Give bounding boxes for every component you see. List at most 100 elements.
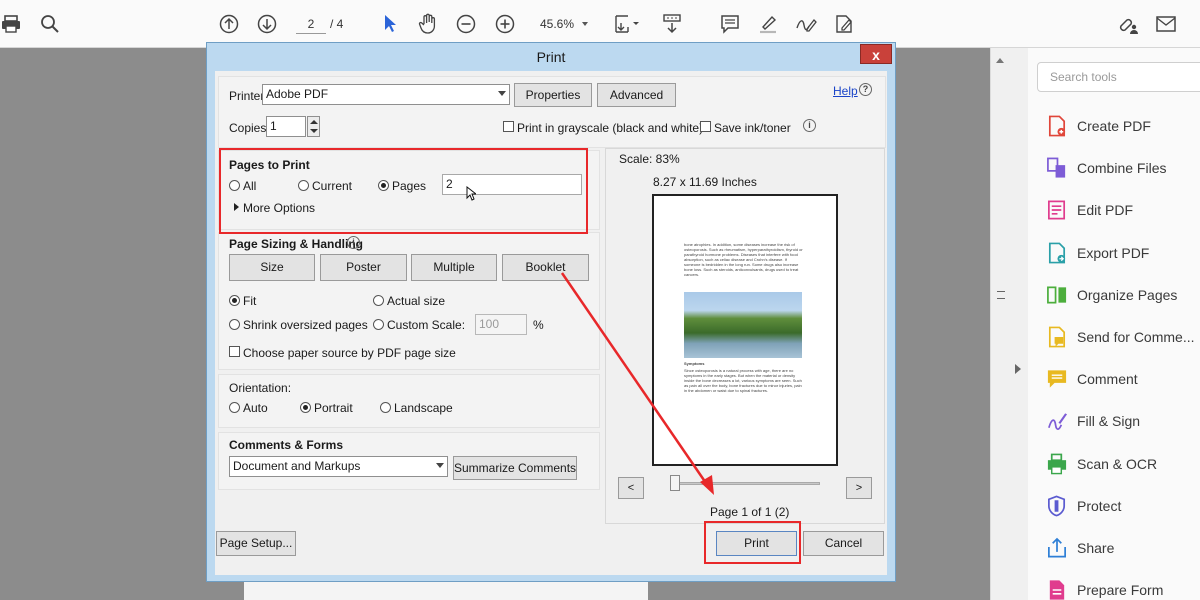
landscape-image [684,292,802,358]
help-icon[interactable]: ? [859,83,872,96]
edit-pdf-icon [1046,198,1068,222]
preview-slider-thumb[interactable] [670,475,680,491]
comments-forms-value: Document and Markups [233,459,361,473]
booklet-button[interactable]: Booklet [502,254,589,281]
orientation-portrait-radio[interactable] [300,402,311,413]
chevron-down-icon [498,91,506,96]
fit-label: Fit [243,294,257,308]
comments-forms-select[interactable]: Document and Markups [229,456,448,477]
size-button[interactable]: Size [229,254,315,281]
page-sizing-title: Page Sizing & Handling [229,237,364,251]
tool-scan-ocr[interactable]: Scan & OCR [1046,449,1200,479]
help-link[interactable]: Help [833,84,858,98]
preview-page-info: Page 1 of 1 (2) [710,505,790,519]
expand-panel-icon[interactable] [1015,364,1021,374]
actual-size-radio[interactable] [373,295,384,306]
tool-edit-pdf[interactable]: Edit PDF [1046,195,1200,225]
poster-button[interactable]: Poster [320,254,407,281]
tool-share[interactable]: Share [1046,533,1200,563]
preview-prev-button[interactable]: < [618,477,644,499]
previous-page-icon[interactable] [217,0,241,48]
link-user-icon[interactable] [1114,0,1142,48]
page-number-input[interactable]: 2 [296,14,326,34]
hand-tool-icon[interactable] [416,0,440,48]
zoom-out-icon[interactable] [454,0,478,48]
tool-combine-files[interactable]: Combine Files [1046,153,1200,183]
info-icon[interactable]: i [803,119,816,132]
tool-label: Create PDF [1077,118,1151,134]
advanced-button[interactable]: Advanced [597,83,676,107]
zoom-level-dropdown[interactable]: 45.6% [532,14,596,34]
fill-sign-icon[interactable] [832,0,856,48]
tool-send-for-comment[interactable]: Send for Comme... [1046,322,1200,352]
scrolling-mode-icon[interactable] [660,0,684,48]
tool-label: Protect [1077,497,1122,514]
tool-fill-sign[interactable]: Fill & Sign [1046,406,1200,436]
preview-paper-size: 8.27 x 11.69 Inches [653,175,757,189]
fill-sign-icon [1046,409,1068,433]
orientation-portrait-label: Portrait [314,401,353,415]
orientation-auto-radio[interactable] [229,402,240,413]
next-page-icon[interactable] [255,0,279,48]
tool-organize-pages[interactable]: Organize Pages [1046,280,1200,310]
panel-splitter[interactable] [990,48,1028,600]
stepper-up-icon[interactable] [310,120,318,124]
search-tools-input[interactable]: Search tools [1037,62,1200,92]
tool-label: Fill & Sign [1077,413,1141,430]
highlight-icon[interactable] [756,0,780,48]
combine-files-icon [1046,156,1068,180]
close-button[interactable]: x [860,44,892,64]
tool-export-pdf[interactable]: Export PDF [1046,238,1200,268]
tool-label: Share [1077,540,1115,556]
scroll-up-icon[interactable] [996,58,1004,63]
preview-scale: Scale: 83% [619,152,680,166]
copies-stepper[interactable] [307,116,320,137]
page-setup-button[interactable]: Page Setup... [216,531,296,556]
cancel-button[interactable]: Cancel [803,531,884,556]
custom-scale-input[interactable]: 100 [475,314,527,335]
preview-slider-track[interactable] [670,482,820,485]
printer-select[interactable]: Adobe PDF [262,84,510,105]
tool-protect[interactable]: Protect [1046,491,1200,521]
comment-icon [1046,367,1068,391]
save-ink-checkbox[interactable] [700,121,711,132]
multiple-button[interactable]: Multiple [411,254,497,281]
drag-handle-icon[interactable] [997,291,1005,299]
organize-pages-icon [1046,283,1068,307]
email-icon[interactable] [1154,0,1178,48]
percent-label: % [533,318,544,332]
page-fit-icon[interactable] [612,0,642,48]
comment-icon[interactable] [718,0,742,48]
zoom-in-icon[interactable] [493,0,517,48]
orientation-auto-label: Auto [243,401,268,415]
chevron-down-icon [436,463,444,468]
tool-label: Edit PDF [1077,202,1134,219]
pages-highlight-box [219,148,588,234]
preview-text-top: bone atrophies. In addition, some diseas… [684,242,803,277]
print-icon[interactable] [0,0,22,48]
preview-next-button[interactable]: > [846,477,872,499]
copies-label: Copies: [229,121,270,135]
shrink-radio[interactable] [229,319,240,330]
tool-label: Combine Files [1077,160,1167,177]
comments-forms-title: Comments & Forms [229,438,344,452]
tool-create-pdf[interactable]: Create PDF [1046,111,1200,141]
prepare-form-icon [1046,578,1068,600]
save-ink-label: Save ink/toner [714,121,791,135]
tool-comment[interactable]: Comment [1046,364,1200,394]
orientation-landscape-radio[interactable] [380,402,391,413]
properties-button[interactable]: Properties [514,83,592,107]
paper-source-checkbox[interactable] [229,346,240,357]
draw-icon[interactable] [794,0,818,48]
tool-prepare-form[interactable]: Prepare Form [1046,575,1200,600]
info-icon[interactable]: i [347,236,360,249]
search-icon[interactable] [38,0,62,48]
fit-radio[interactable] [229,295,240,306]
grayscale-label: Print in grayscale (black and white) [517,121,704,135]
summarize-comments-button[interactable]: Summarize Comments [453,456,577,480]
select-tool-icon[interactable] [380,0,400,48]
grayscale-checkbox[interactable] [503,121,514,132]
custom-scale-radio[interactable] [373,319,384,330]
copies-input[interactable]: 1 [266,116,306,137]
stepper-down-icon[interactable] [310,129,318,133]
